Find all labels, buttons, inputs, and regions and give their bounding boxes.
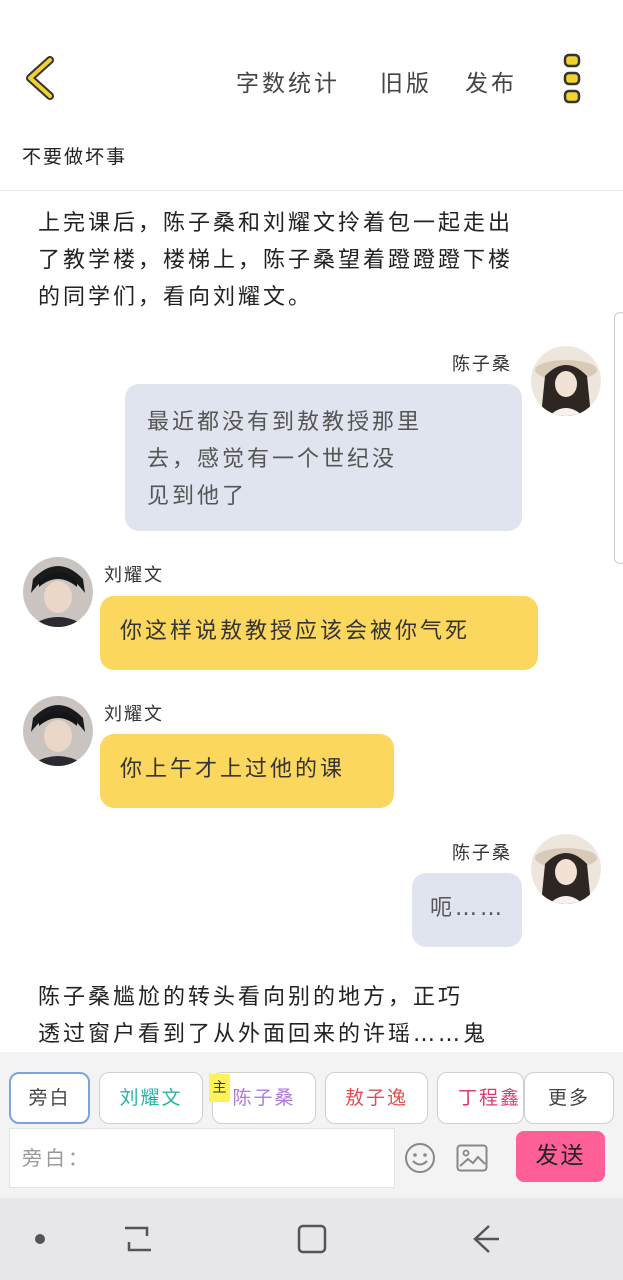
message-line: 去，感觉有一个世纪没: [147, 447, 398, 472]
vertical-dots-icon: [563, 53, 581, 104]
character-tab-liu-yaowen[interactable]: 刘耀文: [99, 1072, 203, 1124]
divider: [0, 190, 623, 191]
message-line: 你这样说敖教授应该会被你气死: [120, 619, 471, 644]
publish-button[interactable]: 发布: [465, 64, 517, 98]
message-line: 你上午才上过他的课: [120, 757, 346, 782]
story-title: 不要做坏事: [22, 146, 128, 168]
narration-line: 上完课后，陈子桑和刘耀文拎着包一起走出: [38, 211, 514, 236]
speaker-name: 陈子桑: [452, 354, 512, 375]
send-button[interactable]: 发送: [516, 1131, 605, 1182]
top-bar: 字数统计 旧版 发布: [0, 0, 623, 130]
character-tab-ding-chengxin[interactable]: 丁程鑫: [437, 1072, 524, 1124]
narration-line: 透过窗户看到了从外面回来的许瑶……鬼: [38, 1022, 489, 1047]
back-arrow-icon: [473, 1225, 499, 1253]
old-version-button[interactable]: 旧版: [380, 64, 432, 98]
recent-apps-icon: [125, 1226, 151, 1252]
dot-icon: [35, 1234, 45, 1244]
message-input[interactable]: 旁白：: [9, 1128, 395, 1188]
more-characters-button[interactable]: 更多: [524, 1072, 614, 1124]
avatar[interactable]: [23, 696, 93, 766]
system-navigation-bar: [0, 1198, 623, 1280]
back-button[interactable]: [22, 54, 62, 102]
home-button[interactable]: [295, 1222, 329, 1256]
message-line: 最近都没有到敖教授那里: [147, 410, 423, 435]
narration-line: 了教学楼，楼梯上，陈子桑望着蹬蹬蹬下楼: [38, 248, 514, 273]
scrollbar-handle[interactable]: [614, 312, 623, 564]
speaker-name: 刘耀文: [104, 704, 164, 725]
more-menu-button[interactable]: [560, 52, 586, 106]
composer-panel: 旁白 刘耀文 陈子桑 敖子逸 丁程鑫 更多 旁白： 发送: [0, 1052, 623, 1198]
main-character-badge: 主: [209, 1074, 230, 1102]
message-bubble[interactable]: 你上午才上过他的课: [100, 734, 394, 808]
character-tab-narrator[interactable]: 旁白: [9, 1072, 90, 1124]
word-count-button[interactable]: 字数统计: [236, 64, 340, 98]
avatar[interactable]: [531, 834, 601, 904]
message-bubble[interactable]: 你这样说敖教授应该会被你气死: [100, 596, 538, 670]
character-tab-ao-ziyi[interactable]: 敖子逸: [325, 1072, 428, 1124]
message-bubble[interactable]: 呃……: [412, 873, 522, 947]
back-nav-button[interactable]: [469, 1222, 503, 1256]
dot-button[interactable]: [23, 1222, 57, 1256]
message-line: 见到他了: [147, 484, 248, 509]
recent-apps-button[interactable]: [121, 1222, 155, 1256]
avatar[interactable]: [531, 346, 601, 416]
emoji-button[interactable]: [404, 1142, 436, 1174]
chevron-left-icon: [26, 56, 54, 100]
avatar[interactable]: [23, 557, 93, 627]
speaker-name: 陈子桑: [452, 843, 512, 864]
narration-block[interactable]: 陈子桑尴尬的转头看向别的地方，正巧 透过窗户看到了从外面回来的许瑶……鬼: [38, 979, 598, 1053]
message-line: 呃……: [430, 896, 506, 921]
smiley-icon: [405, 1143, 435, 1173]
narration-block[interactable]: 上完课后，陈子桑和刘耀文拎着包一起走出 了教学楼，楼梯上，陈子桑望着蹬蹬蹬下楼 …: [38, 205, 598, 316]
home-icon: [297, 1224, 327, 1254]
image-icon: [456, 1144, 488, 1172]
image-button[interactable]: [456, 1144, 488, 1172]
message-bubble[interactable]: 最近都没有到敖教授那里 去，感觉有一个世纪没 见到他了: [125, 384, 522, 531]
narration-line: 陈子桑尴尬的转头看向别的地方，正巧: [38, 985, 464, 1010]
narration-line: 的同学们，看向刘耀文。: [38, 285, 314, 310]
speaker-name: 刘耀文: [104, 565, 164, 586]
